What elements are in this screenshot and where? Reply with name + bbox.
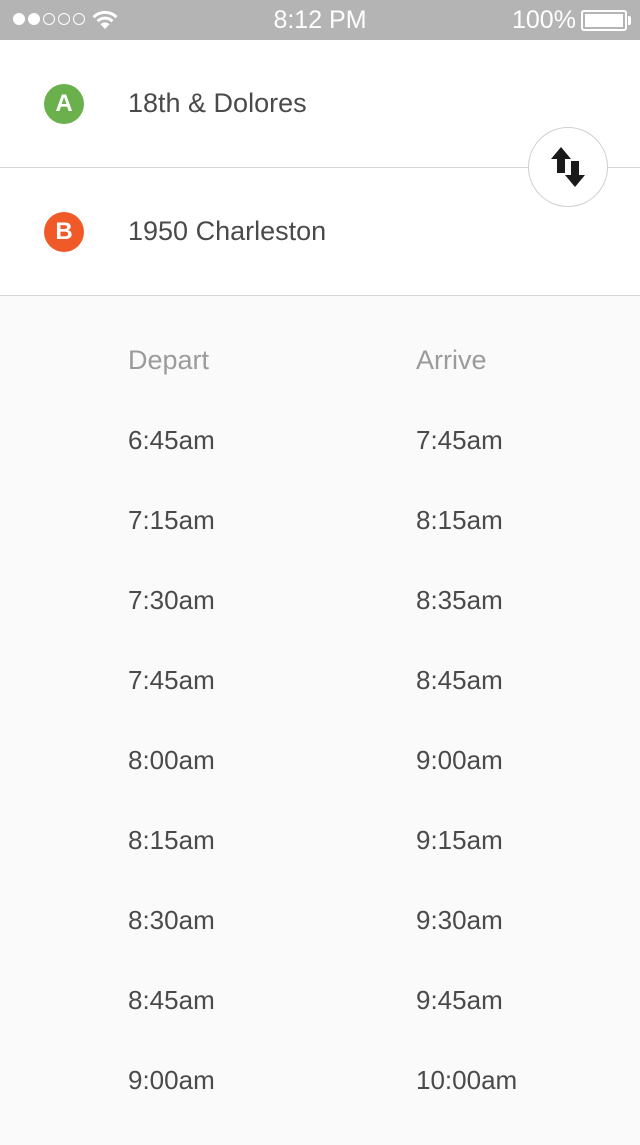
swap-vertical-arrows-icon bbox=[551, 147, 585, 187]
schedule-row[interactable]: 9:00am 10:00am bbox=[0, 1065, 640, 1145]
depart-column-header: Depart bbox=[128, 345, 210, 375]
arrive-time: 9:15am bbox=[416, 825, 503, 855]
depart-time: 7:15am bbox=[128, 505, 215, 535]
schedule-table: Depart Arrive 6:45am 7:45am 7:15am 8:15am 7:… bbox=[0, 297, 640, 1136]
schedule-row[interactable]: 8:15am 9:15am bbox=[0, 825, 640, 905]
depart-time: 8:15am bbox=[128, 825, 215, 855]
schedule-row[interactable]: 8:45am 9:45am bbox=[0, 985, 640, 1065]
arrive-time: 8:45am bbox=[416, 665, 503, 695]
arrive-time: 8:35am bbox=[416, 585, 503, 615]
schedule-row[interactable]: 8:00am 9:00am bbox=[0, 745, 640, 825]
arrive-time: 7:45am bbox=[416, 425, 503, 455]
depart-time: 7:45am bbox=[128, 665, 215, 695]
destination-marker-icon: B bbox=[44, 212, 84, 252]
battery-level bbox=[585, 14, 623, 27]
battery-icon bbox=[581, 10, 627, 31]
arrive-time: 9:00am bbox=[416, 745, 503, 775]
schedule-rows: 6:45am 7:45am 7:15am 8:15am 7:30am 8:35am 7:45… bbox=[0, 425, 640, 1145]
battery-nub bbox=[628, 16, 631, 25]
depart-time: 6:45am bbox=[128, 425, 215, 455]
arrive-time: 8:15am bbox=[416, 505, 503, 535]
depart-time: 9:00am bbox=[128, 1065, 215, 1095]
depart-time: 8:00am bbox=[128, 745, 215, 775]
depart-time: 8:30am bbox=[128, 905, 215, 935]
depart-time: 7:30am bbox=[128, 585, 215, 615]
schedule-row[interactable]: 7:15am 8:15am bbox=[0, 505, 640, 585]
depart-time: 8:45am bbox=[128, 985, 215, 1015]
swap-locations-button[interactable] bbox=[528, 127, 608, 207]
route-panel: A 18th & Dolores B 1950 Charleston bbox=[0, 40, 640, 296]
arrive-column-header: Arrive bbox=[416, 345, 487, 375]
schedule-row[interactable]: 7:45am 8:45am bbox=[0, 665, 640, 745]
arrive-time: 9:30am bbox=[416, 905, 503, 935]
schedule-row[interactable]: 8:30am 9:30am bbox=[0, 905, 640, 985]
status-bar: 8:12 PM 100% bbox=[0, 0, 640, 40]
arrive-time: 10:00am bbox=[416, 1065, 518, 1095]
origin-name[interactable]: 18th & Dolores bbox=[128, 88, 307, 119]
battery-percentage: 100% bbox=[512, 6, 576, 34]
schedule-row[interactable]: 7:30am 8:35am bbox=[0, 585, 640, 665]
destination-name[interactable]: 1950 Charleston bbox=[128, 216, 326, 247]
origin-marker-icon: A bbox=[44, 84, 84, 124]
arrive-time: 9:45am bbox=[416, 985, 503, 1015]
schedule-row[interactable]: 6:45am 7:45am bbox=[0, 425, 640, 505]
